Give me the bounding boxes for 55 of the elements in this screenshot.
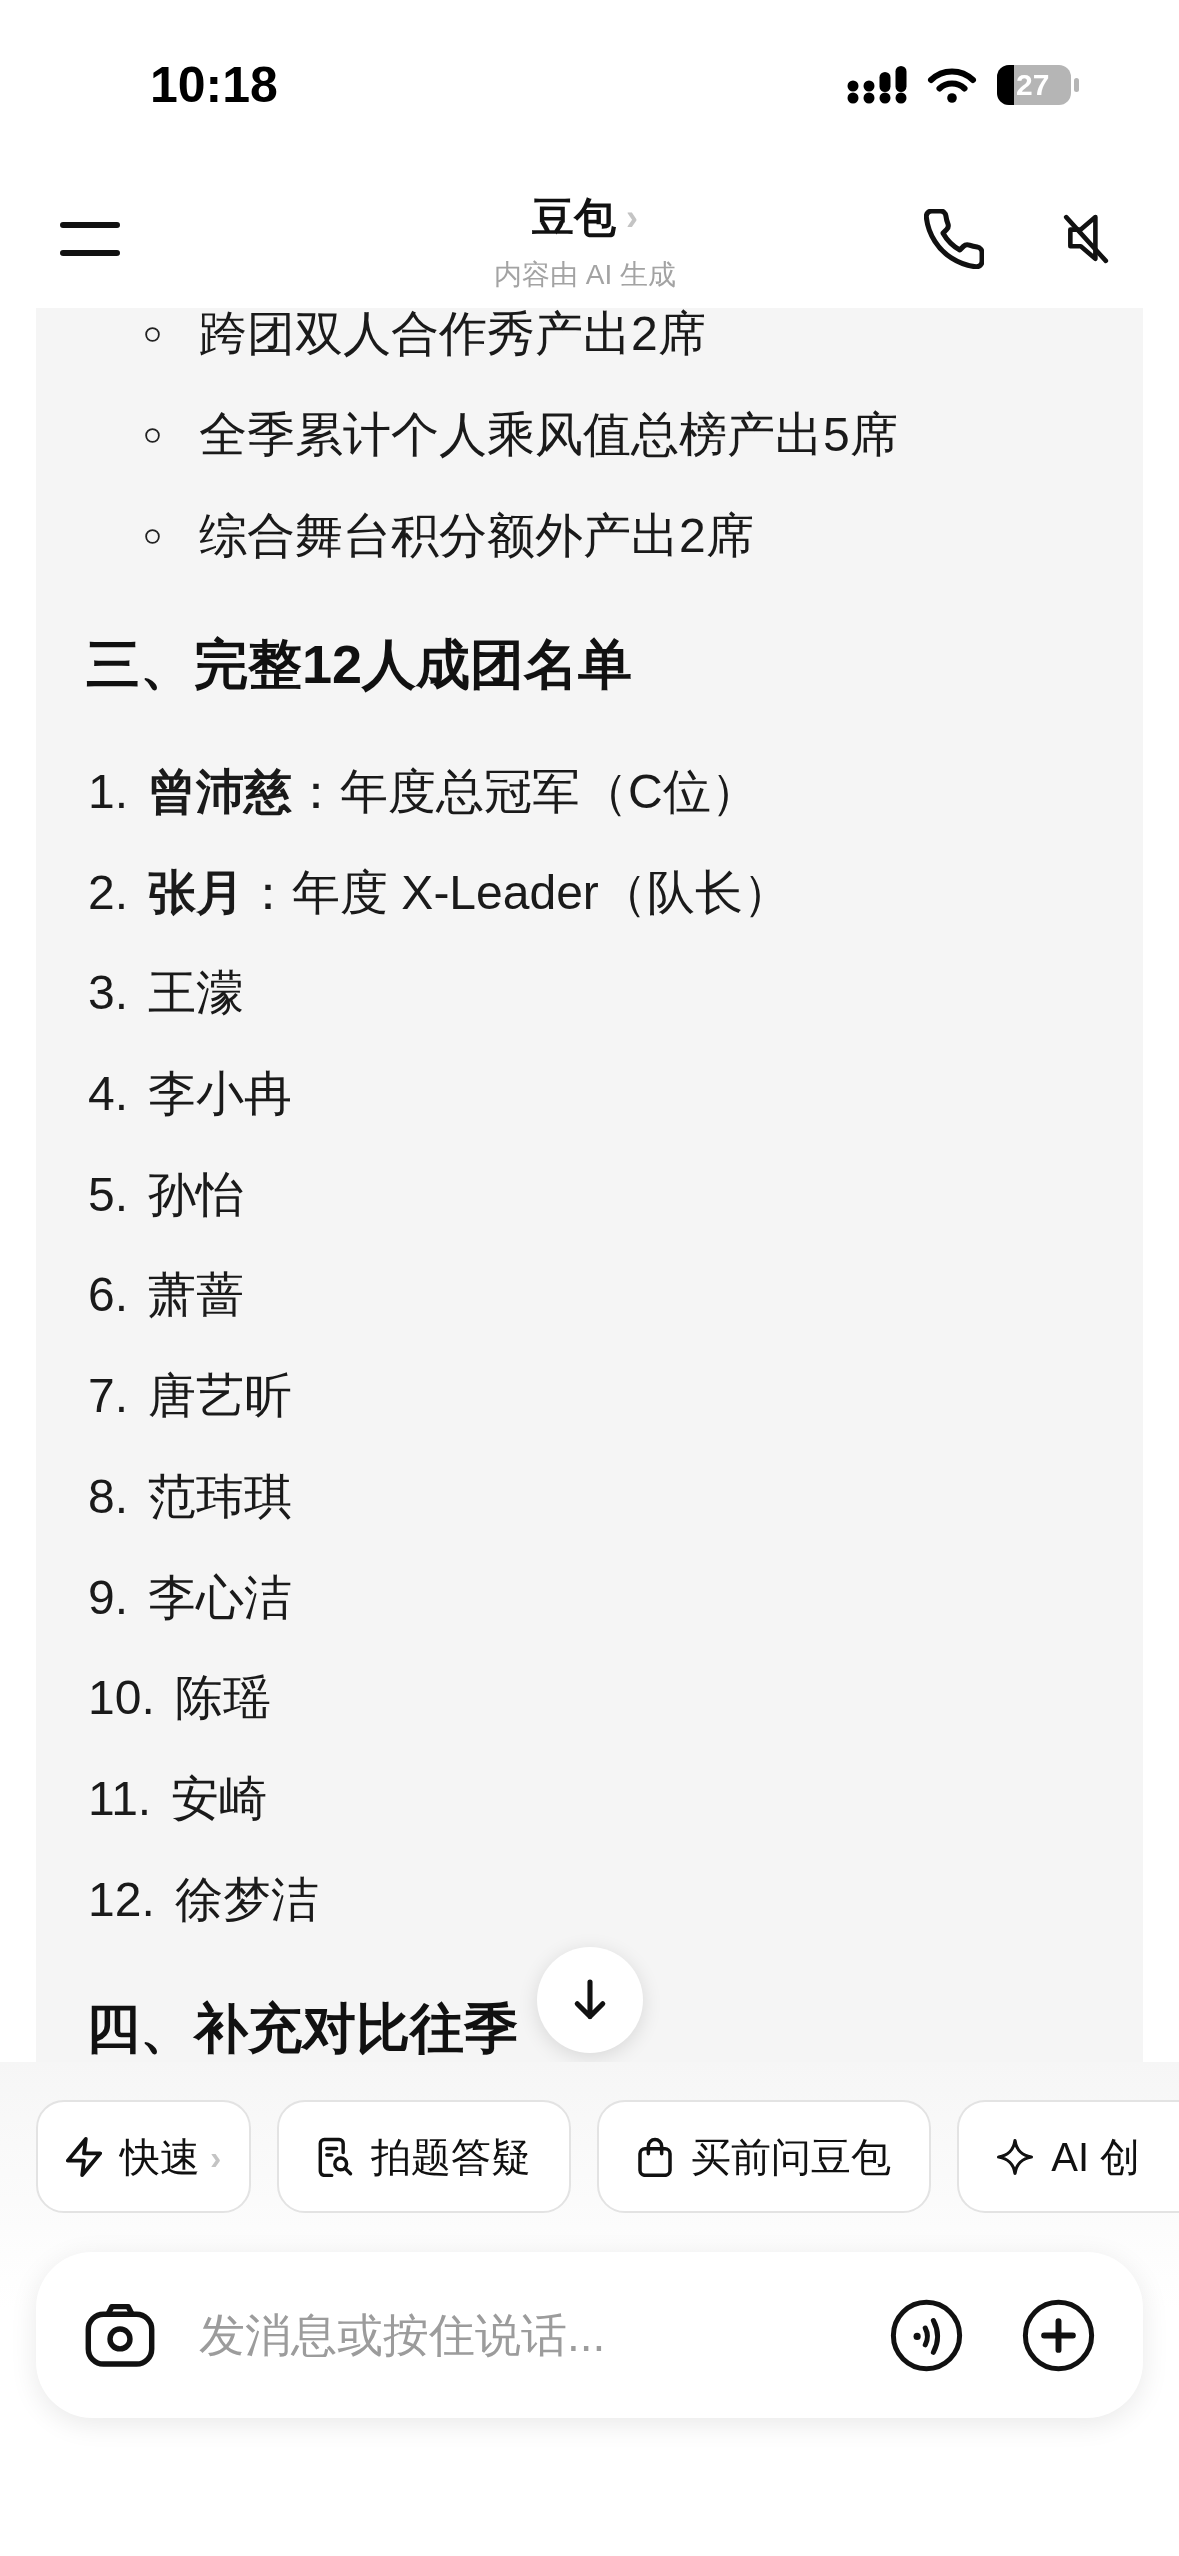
list-number: 3. <box>88 967 129 1020</box>
suggestion-chip[interactable]: AI 创 <box>957 2100 1179 2213</box>
chat-title-button[interactable]: 豆包 › <box>532 194 638 242</box>
speaker-muted-icon[interactable] <box>1062 212 1110 266</box>
circle-bullet-icon <box>145 528 160 544</box>
wifi-icon <box>927 67 977 103</box>
list-number: 7. <box>88 1370 129 1423</box>
list-number: 10. <box>88 1672 155 1725</box>
phone-icon[interactable] <box>924 209 984 269</box>
circle-bullet-icon <box>145 326 160 342</box>
bullet-text: 综合舞台积分额外产出2席 <box>199 510 754 562</box>
sparkle-icon <box>997 2136 1034 2177</box>
list-item-text: 张月：年度 X-Leader（队长） <box>148 866 791 919</box>
list-number: 5. <box>88 1168 129 1221</box>
plus-circle-icon[interactable] <box>1021 2297 1096 2373</box>
list-number: 1. <box>88 766 129 818</box>
voice-wave-icon[interactable] <box>889 2297 964 2373</box>
list-item-text: 陈瑶 <box>174 1672 271 1725</box>
bullet-text: 跨团双人合作秀产出2席 <box>199 308 706 360</box>
document-search-icon <box>317 2136 354 2177</box>
status-time: 10:18 <box>150 60 278 110</box>
lightning-icon <box>66 2136 102 2177</box>
arrow-down-icon <box>572 1979 608 2021</box>
list-number: 6. <box>88 1269 129 1322</box>
list-number: 2. <box>88 866 129 919</box>
bullet-text: 全季累计个人乘风值总榜产出5席 <box>199 409 898 461</box>
message-input[interactable]: 发消息或按住说话... <box>199 2305 889 2365</box>
list-item-text: 李心洁 <box>148 1571 293 1624</box>
list-item-text: 王濛 <box>148 967 245 1020</box>
list-item-text: 萧蔷 <box>148 1269 245 1322</box>
ai-generated-note: 内容由 AI 生成 <box>494 258 676 292</box>
suggestion-chip[interactable]: 买前问豆包 <box>597 2100 932 2213</box>
battery-percentage-text: 27 <box>1016 70 1050 100</box>
list-item-text: 唐艺昕 <box>148 1370 293 1423</box>
section-heading: 四、补充对比往季 <box>86 1997 518 2058</box>
list-item-text: 曾沛慈：年度总冠军（C位） <box>148 766 759 818</box>
list-number: 9. <box>88 1571 129 1624</box>
list-item-text: 李小冉 <box>148 1068 293 1121</box>
list-item-text: 安崎 <box>171 1772 268 1825</box>
section-heading: 三、完整12人成团名单 <box>86 634 633 694</box>
list-item-text: 范玮琪 <box>148 1470 293 1523</box>
list-item-text: 徐梦洁 <box>174 1873 319 1926</box>
shopping-bag-icon <box>637 2136 674 2177</box>
list-number: 4. <box>88 1068 129 1121</box>
list-number: 8. <box>88 1470 129 1523</box>
circle-bullet-icon <box>145 427 160 443</box>
list-item-text: 孙怡 <box>148 1168 245 1221</box>
battery-icon <box>997 65 1079 105</box>
suggestion-chip[interactable]: 快速 › <box>36 2100 252 2213</box>
suggestion-chip[interactable]: 拍题答疑 <box>277 2100 572 2213</box>
list-number: 12. <box>88 1873 155 1926</box>
menu-icon[interactable] <box>60 222 120 256</box>
list-number: 11. <box>88 1772 152 1825</box>
signal-icon <box>847 66 907 104</box>
camera-icon[interactable] <box>85 2303 155 2367</box>
